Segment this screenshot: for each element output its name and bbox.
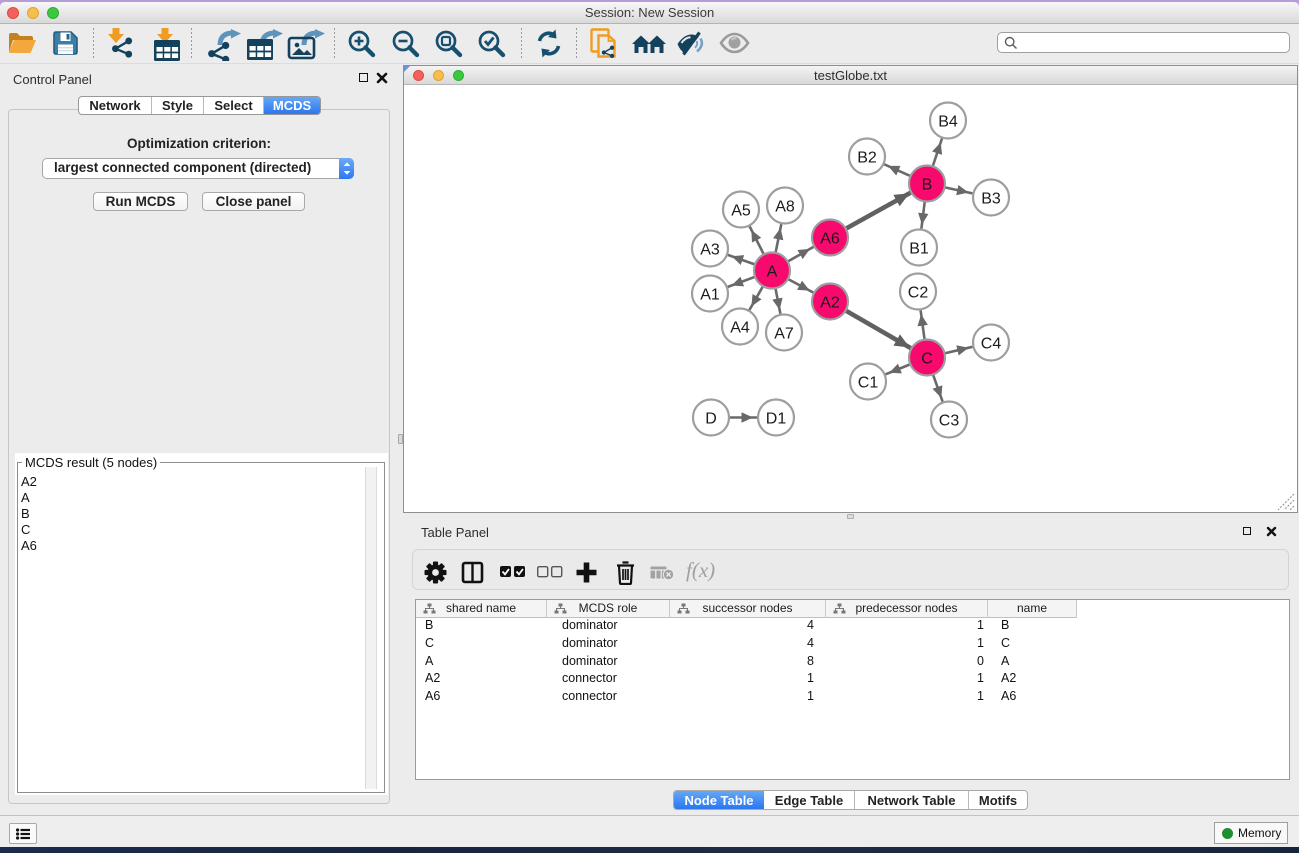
svg-text:C1: C1 bbox=[858, 374, 879, 391]
svg-text:A3: A3 bbox=[700, 241, 720, 258]
svg-text:A5: A5 bbox=[731, 202, 751, 219]
svg-text:A: A bbox=[767, 263, 778, 280]
svg-text:A8: A8 bbox=[775, 198, 795, 215]
svg-text:A6: A6 bbox=[820, 230, 840, 247]
svg-text:C3: C3 bbox=[939, 412, 960, 429]
svg-text:B1: B1 bbox=[909, 240, 929, 257]
svg-text:D: D bbox=[705, 410, 717, 427]
svg-text:A2: A2 bbox=[820, 294, 840, 311]
svg-text:B2: B2 bbox=[857, 149, 877, 166]
svg-text:A1: A1 bbox=[700, 286, 720, 303]
svg-text:B3: B3 bbox=[981, 190, 1001, 207]
svg-text:A4: A4 bbox=[730, 319, 750, 336]
svg-text:A7: A7 bbox=[774, 325, 794, 342]
svg-text:C2: C2 bbox=[908, 284, 929, 301]
svg-text:C4: C4 bbox=[981, 335, 1002, 352]
svg-text:B: B bbox=[922, 176, 933, 193]
svg-text:C: C bbox=[921, 350, 933, 367]
svg-text:B4: B4 bbox=[938, 113, 958, 130]
svg-text:D1: D1 bbox=[766, 410, 787, 427]
